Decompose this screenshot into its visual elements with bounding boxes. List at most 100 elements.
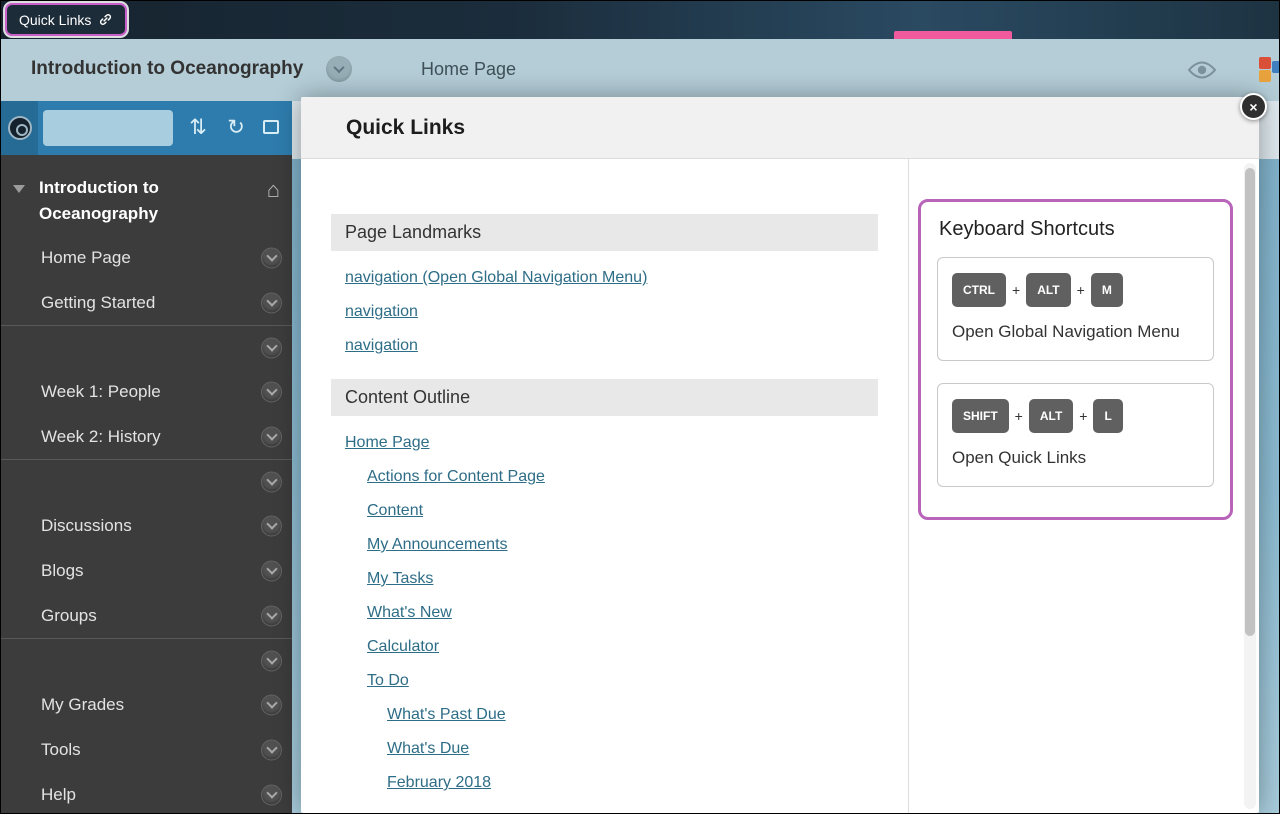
quick-links-button[interactable]: Quick Links (5, 3, 127, 36)
sidebar-item-getting-started[interactable]: Getting Started (1, 280, 292, 325)
student-preview-eye-icon[interactable] (1186, 59, 1218, 86)
keyboard-shortcuts-panel: Keyboard Shortcuts CTRL + ALT + M Open Global… (918, 199, 1233, 520)
content-outline-links: Home Page Actions for Content Page Content… (331, 432, 878, 794)
sidebar-item-discussions[interactable]: Discussions (1, 503, 292, 548)
outline-link-february-2018[interactable]: February 2018 (387, 772, 491, 794)
reorder-arrows-icon[interactable]: ⇅ (181, 101, 215, 155)
outline-link-home-page[interactable]: Home Page (345, 432, 430, 454)
chevron-down-icon[interactable] (261, 739, 282, 760)
sidebar-item-label: Help (41, 785, 76, 805)
target-icon[interactable] (8, 116, 32, 140)
keyboard-shortcuts-heading: Keyboard Shortcuts (939, 218, 1214, 241)
sidebar-item-label: Groups (41, 606, 97, 626)
modal-title: Quick Links (301, 97, 1259, 159)
quick-links-label: Quick Links (19, 12, 91, 28)
sidebar-course-header[interactable]: Introduction to Oceanography ⌂ (1, 161, 292, 237)
home-icon[interactable]: ⌂ (267, 177, 280, 203)
sidebar-divider (1, 459, 292, 503)
keycap-alt: ALT (1026, 273, 1070, 307)
chevron-down-icon[interactable] (261, 694, 282, 715)
page-landmarks-links: navigation (Open Global Navigation Menu)… (331, 267, 878, 357)
shortcut-description: Open Quick Links (952, 445, 1199, 470)
chevron-down-icon[interactable] (261, 560, 282, 581)
course-header-title: Introduction to Oceanography (31, 39, 303, 99)
sidebar-item-label: Week 2: History (41, 427, 161, 447)
plus-separator: + (1015, 408, 1023, 424)
sidebar-toolbar: ⇅ ↻ (1, 101, 292, 155)
sidebar-search-box[interactable] (43, 110, 173, 146)
sidebar-item-help[interactable]: Help (1, 772, 292, 814)
chevron-down-icon[interactable] (261, 337, 282, 358)
chevron-down-icon[interactable] (261, 247, 282, 268)
nav-highlight-bar (894, 31, 1012, 39)
sidebar-item-tools[interactable]: Tools (1, 727, 292, 772)
outline-link-calculator[interactable]: Calculator (367, 636, 439, 658)
modal-scrollbar-thumb[interactable] (1245, 168, 1255, 636)
plus-separator: + (1012, 282, 1020, 298)
chevron-down-icon[interactable] (261, 381, 282, 402)
modal-scrollbar[interactable] (1244, 163, 1256, 809)
landmark-link[interactable]: navigation (Open Global Navigation Menu) (345, 267, 647, 289)
sidebar-item-label: Home Page (41, 248, 131, 268)
sidebar-divider (1, 325, 292, 369)
close-icon[interactable]: × (1240, 93, 1267, 120)
keycap-m: M (1091, 273, 1123, 307)
sidebar-item-label: Blogs (41, 561, 84, 581)
shortcut-card: CTRL+ALT+MOpen Global Navigation Menu (937, 257, 1214, 361)
outline-link-my-tasks[interactable]: My Tasks (367, 568, 433, 590)
theme-palette-icon[interactable] (1259, 57, 1280, 83)
chevron-down-icon[interactable] (261, 605, 282, 626)
key-combo: CTRL+ALT+M (952, 273, 1199, 307)
sidebar: ⇅ ↻ Introduction to Oceanography ⌂ Home … (1, 101, 292, 813)
shortcut-cards: CTRL + ALT + M Open Global Navigation Menu SHI… (937, 257, 1214, 487)
chevron-down-icon[interactable] (261, 292, 282, 313)
sidebar-course-title: Introduction to Oceanography (39, 175, 219, 227)
sidebar-divider (1, 638, 292, 682)
landmark-link[interactable]: navigation (345, 335, 418, 357)
refresh-icon[interactable]: ↻ (219, 101, 253, 155)
sidebar-item-blogs[interactable]: Blogs (1, 548, 292, 593)
chevron-down-icon[interactable] (261, 515, 282, 536)
sidebar-item-week-2-history[interactable]: Week 2: History (1, 414, 292, 459)
sidebar-item-week-1-people[interactable]: Week 1: People (1, 369, 292, 414)
plus-separator: + (1079, 408, 1087, 424)
chevron-down-icon[interactable] (261, 650, 282, 671)
sidebar-item-groups[interactable]: Groups (1, 593, 292, 638)
outline-link-what-s-past-due[interactable]: What's Past Due (387, 704, 506, 726)
chevron-down-icon[interactable] (261, 426, 282, 447)
course-header: Introduction to Oceanography Home Page (1, 39, 1279, 101)
outline-link-what-s-new[interactable]: What's New (367, 602, 452, 624)
shortcut-description: Open Global Navigation Menu (952, 319, 1199, 344)
collapse-caret-icon[interactable] (13, 185, 25, 193)
modal-left-column: Page Landmarks navigation (Open Global N… (301, 159, 908, 813)
outline-link-to-do[interactable]: To Do (367, 670, 409, 692)
outline-link-my-announcements[interactable]: My Announcements (367, 534, 508, 556)
landmark-link[interactable]: navigation (345, 301, 418, 323)
key-combo: SHIFT+ALT+L (952, 399, 1199, 433)
sidebar-item-label: Discussions (41, 516, 132, 536)
top-navigation-bar: Quick Links (1, 1, 1279, 39)
page-landmarks-heading: Page Landmarks (331, 214, 878, 251)
sidebar-item-label: Getting Started (41, 293, 155, 313)
sidebar-item-label: Week 1: People (41, 382, 161, 402)
chevron-down-icon[interactable] (261, 784, 282, 805)
screen: Quick Links Introduction to Oceanography… (0, 0, 1280, 814)
sidebar-item-my-grades[interactable]: My Grades (1, 682, 292, 727)
chevron-down-icon[interactable] (261, 471, 282, 492)
keycap-l: L (1093, 399, 1122, 433)
quick-links-modal: × Quick Links Page Landmarks navigation … (301, 97, 1259, 813)
content-outline-heading: Content Outline (331, 379, 878, 416)
sidebar-item-home-page[interactable]: Home Page (1, 235, 292, 280)
sidebar-item-label: My Grades (41, 695, 124, 715)
outline-link-content[interactable]: Content (367, 500, 423, 522)
sidebar-menu: Home Page Getting Started Week 1: People We… (1, 235, 292, 814)
modal-right-column: Keyboard Shortcuts CTRL + ALT + M Open Global… (908, 159, 1241, 813)
keycap-shift: SHIFT (952, 399, 1009, 433)
open-window-icon[interactable] (263, 120, 279, 134)
modal-body: Page Landmarks navigation (Open Global N… (301, 159, 1259, 813)
outline-link-what-s-due[interactable]: What's Due (387, 738, 469, 760)
course-menu-chevron-icon[interactable] (326, 56, 352, 82)
chain-link-icon (98, 12, 113, 27)
outline-link-actions-for-content-page[interactable]: Actions for Content Page (367, 466, 545, 488)
keycap-ctrl: CTRL (952, 273, 1006, 307)
